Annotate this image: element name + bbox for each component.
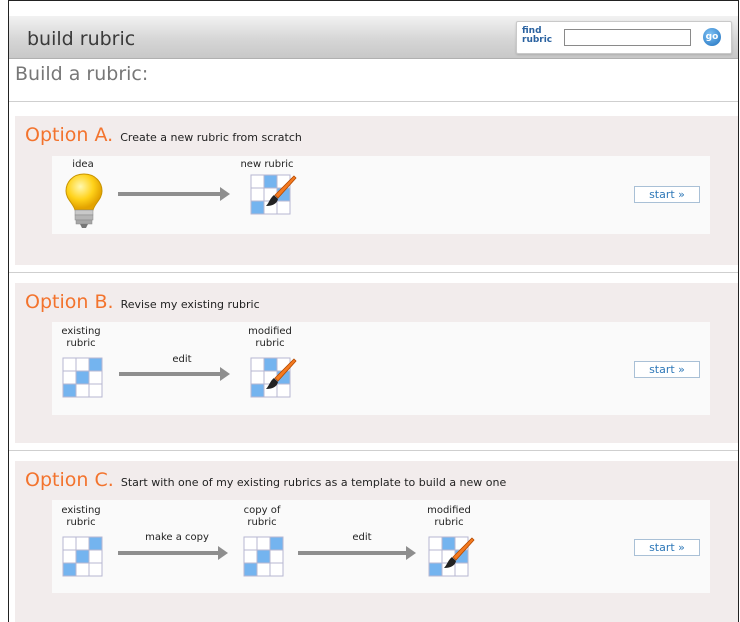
option-a-workflow: idea new rubric start » [52,156,710,234]
rubric-grid-icon [250,357,297,398]
rubric-grid-icon [428,536,475,577]
existing-rubric-label: existing rubric [61,505,101,528]
option-c-workflow: existing rubric make a copy copy of rubr… [52,500,710,593]
rubric-grid-icon [243,536,284,577]
go-button[interactable]: go [703,28,721,46]
page-heading: Build a rubric: [15,63,149,85]
divider [9,272,738,273]
option-a-title: Option A. Create a new rubric from scrat… [25,124,302,146]
option-b-panel: Option B. Revise my existing rubric exis… [15,283,738,443]
rubric-grid-icon [62,357,103,398]
option-a-panel: Option A. Create a new rubric from scrat… [15,116,738,265]
option-b-description: Revise my existing rubric [120,298,260,311]
copy-of-rubric-label: copy of rubric [243,505,281,528]
arrow-right-icon [298,546,416,560]
divider [9,450,738,451]
find-rubric-label: find rubric [522,26,553,45]
modified-rubric-label: modified rubric [427,505,471,528]
option-c-letter: Option C. [25,469,114,491]
option-c-description: Start with one of my existing rubrics as… [120,476,507,489]
arrow-right-icon [118,187,230,201]
find-rubric-input[interactable] [564,29,691,46]
option-c-start-button[interactable]: start » [634,539,700,556]
option-a-description: Create a new rubric from scratch [120,131,302,144]
rubric-grid-icon [62,536,103,577]
option-c-panel: Option C. Start with one of my existing … [15,461,738,622]
option-c-title: Option C. Start with one of my existing … [25,469,506,491]
option-a-start-button[interactable]: start » [634,186,700,203]
option-a-letter: Option A. [25,124,114,146]
rubric-grid-icon [250,174,297,215]
arrow-right-icon [119,367,230,381]
edit-label: edit [172,354,192,365]
idea-label: idea [72,159,94,170]
modified-rubric-label: modified rubric [248,326,292,349]
option-b-letter: Option B. [25,291,114,313]
option-b-title: Option B. Revise my existing rubric [25,291,260,313]
new-rubric-label: new rubric [240,159,294,170]
lightbulb-icon [64,172,104,230]
divider [9,101,738,102]
header-bar: build rubric find rubric go [9,16,738,59]
find-rubric-box: find rubric go [516,21,732,54]
option-b-start-button[interactable]: start » [634,361,700,378]
option-b-workflow: existing rubric edit modified rubric sta… [52,322,710,415]
page-title: build rubric [27,28,136,50]
make-a-copy-label: make a copy [145,532,209,543]
existing-rubric-label: existing rubric [61,326,101,349]
arrow-right-icon [118,546,228,560]
edit-label: edit [352,532,372,543]
